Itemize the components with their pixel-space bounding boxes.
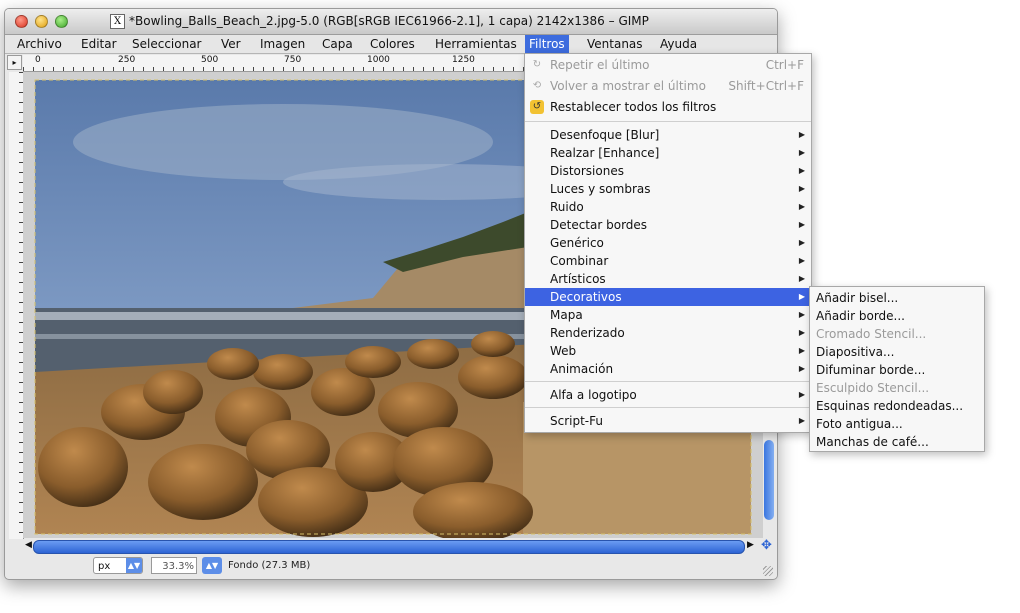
submenu-item-add-bevel[interactable]: Añadir bisel... <box>810 289 984 307</box>
menu-filtros[interactable]: Filtros <box>525 35 569 53</box>
menu-ventanas[interactable]: Ventanas <box>583 35 647 53</box>
x11-icon: X <box>110 14 125 29</box>
menu-item-reshow-last[interactable]: ⟲ Volver a mostrar el último Shift+Ctrl+… <box>525 77 811 95</box>
menu-item-light-shadow[interactable]: Luces y sombras ▶ <box>525 180 811 198</box>
menu-colores[interactable]: Colores <box>366 35 419 53</box>
unit-value: px <box>98 561 111 572</box>
decor-submenu: Añadir bisel... Añadir borde... Cromado … <box>809 286 985 452</box>
menu-herramientas[interactable]: Herramientas <box>431 35 521 53</box>
submenu-item-slide[interactable]: Diapositiva... <box>810 343 984 361</box>
menu-item-enhance[interactable]: Realzar [Enhance] ▶ <box>525 144 811 162</box>
menu-item-script-fu[interactable]: Script-Fu ▶ <box>525 412 811 430</box>
ruler-label: 1000 <box>367 55 390 65</box>
ruler-label: 1250 <box>452 55 475 65</box>
quick-mask-toggle[interactable]: ▸ <box>7 55 22 70</box>
menu-item-decor[interactable]: Decorativos ▶ <box>525 288 811 306</box>
status-bar: px ▲▼ 33.3% ▲▼ Fondo (27.3 MB) <box>5 554 777 578</box>
submenu-item-chrome-stencil[interactable]: Cromado Stencil... <box>810 325 984 343</box>
close-window-button[interactable] <box>15 15 28 28</box>
menu-item-render[interactable]: Renderizado ▶ <box>525 324 811 342</box>
ruler-label: 750 <box>284 55 302 65</box>
menu-ver[interactable]: Ver <box>217 35 245 53</box>
scroll-left-arrow[interactable]: ◀ <box>25 540 32 550</box>
reset-filters-icon: ↺ <box>530 100 544 114</box>
menu-item-alpha-to-logo[interactable]: Alfa a logotipo ▶ <box>525 386 811 404</box>
filters-menu: ↻ Repetir el último Ctrl+F ⟲ Volver a mo… <box>524 53 812 433</box>
menu-item-edge-detect[interactable]: Detectar bordes ▶ <box>525 216 811 234</box>
zoom-window-button[interactable] <box>55 15 68 28</box>
ruler-label: 0 <box>35 55 41 65</box>
scroll-right-arrow[interactable]: ▶ <box>747 540 754 550</box>
ruler-label: 250 <box>118 55 136 65</box>
vertical-ruler <box>9 72 24 539</box>
vertical-scroll-thumb[interactable] <box>764 440 774 520</box>
menu-item-artistic[interactable]: Artísticos ▶ <box>525 270 811 288</box>
menu-capa[interactable]: Capa <box>318 35 357 53</box>
chevron-updown-icon: ▲▼ <box>126 558 142 573</box>
repeat-icon: ↻ <box>532 59 542 70</box>
menu-imagen[interactable]: Imagen <box>256 35 309 53</box>
menu-item-reset-filters[interactable]: ↺ Restablecer todos los filtros <box>525 98 811 116</box>
navigate-icon[interactable]: ✥ <box>761 538 772 553</box>
menu-item-web[interactable]: Web ▶ <box>525 342 811 360</box>
submenu-item-round-corners[interactable]: Esquinas redondeadas... <box>810 397 984 415</box>
menu-separator <box>525 121 811 122</box>
menu-seleccionar[interactable]: Seleccionar <box>128 35 205 53</box>
menu-item-generic[interactable]: Genérico ▶ <box>525 234 811 252</box>
resize-grip[interactable] <box>763 566 773 576</box>
title-bar: X *Bowling_Balls_Beach_2.jpg-5.0 (RGB[sR… <box>5 9 777 35</box>
zoom-dropdown-button[interactable]: ▲▼ <box>202 557 222 574</box>
ruler-label: 500 <box>201 55 219 65</box>
zoom-input[interactable]: 33.3% <box>151 557 197 574</box>
menu-item-combine[interactable]: Combinar ▶ <box>525 252 811 270</box>
submenu-item-old-photo[interactable]: Foto antigua... <box>810 415 984 433</box>
submenu-item-fuzzy-border[interactable]: Difuminar borde... <box>810 361 984 379</box>
menu-item-blur[interactable]: Desenfoque [Blur] ▶ <box>525 126 811 144</box>
unit-select[interactable]: px ▲▼ <box>93 557 143 574</box>
submenu-item-coffee-stain[interactable]: Manchas de café... <box>810 433 984 451</box>
submenu-item-add-border[interactable]: Añadir borde... <box>810 307 984 325</box>
menu-separator <box>525 381 811 382</box>
horizontal-scrollbar[interactable] <box>33 540 745 554</box>
menu-separator <box>525 407 811 408</box>
menu-bar: Archivo Editar Seleccionar Ver Imagen Ca… <box>5 35 777 54</box>
menu-item-map[interactable]: Mapa ▶ <box>525 306 811 324</box>
menu-archivo[interactable]: Archivo <box>13 35 66 53</box>
menu-editar[interactable]: Editar <box>77 35 121 53</box>
minimize-window-button[interactable] <box>35 15 48 28</box>
menu-item-repeat-last[interactable]: ↻ Repetir el último Ctrl+F <box>525 56 811 74</box>
menu-item-distorts[interactable]: Distorsiones ▶ <box>525 162 811 180</box>
menu-item-animation[interactable]: Animación ▶ <box>525 360 811 378</box>
menu-item-noise[interactable]: Ruido ▶ <box>525 198 811 216</box>
window-title: *Bowling_Balls_Beach_2.jpg-5.0 (RGB[sRGB… <box>129 14 649 28</box>
menu-ayuda[interactable]: Ayuda <box>656 35 701 53</box>
submenu-item-carve-stencil[interactable]: Esculpido Stencil... <box>810 379 984 397</box>
reshow-icon: ⟲ <box>532 80 542 91</box>
layer-info: Fondo (27.3 MB) <box>228 560 311 571</box>
